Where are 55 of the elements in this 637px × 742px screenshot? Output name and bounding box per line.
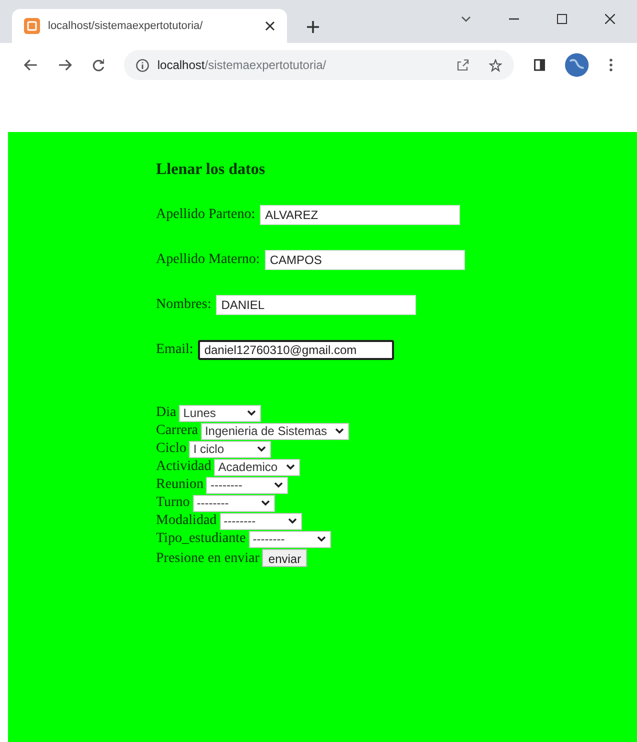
select-label: Dia	[156, 406, 176, 420]
address-bar[interactable]: localhost/sistemaexpertotutoria/	[124, 50, 514, 80]
close-icon[interactable]	[265, 21, 275, 31]
submit-button[interactable]: enviar	[262, 549, 308, 567]
caret-icon	[288, 518, 297, 524]
minimize-icon[interactable]	[509, 18, 519, 20]
reload-icon[interactable]	[92, 58, 104, 72]
dropdown[interactable]: --------	[192, 494, 275, 512]
select-label: Tipo_estudiante	[156, 532, 246, 546]
dropdown[interactable]: Ingenieria de Sistemas	[200, 422, 350, 440]
caret-icon	[316, 536, 326, 542]
forward-icon[interactable]	[58, 59, 72, 71]
avatar-icon[interactable]	[565, 53, 590, 77]
select-label: Actividad	[156, 460, 212, 474]
caret-icon	[247, 410, 256, 416]
info-icon[interactable]	[136, 58, 150, 72]
submit-label: Presione en enviar	[156, 550, 260, 568]
new-tab-icon[interactable]	[307, 21, 319, 33]
caret-icon	[286, 464, 295, 470]
dropdown[interactable]: --------	[206, 476, 288, 494]
caret-icon	[260, 500, 270, 506]
chevron-down-icon[interactable]	[461, 16, 471, 22]
dropdown[interactable]: I ciclo	[189, 440, 272, 458]
caret-icon	[274, 482, 284, 488]
field-label: Apellido Materno:	[156, 251, 260, 269]
dropdown[interactable]: Lunes	[179, 404, 262, 422]
select-label: Ciclo	[156, 442, 186, 456]
field-label: Nombres:	[156, 296, 212, 314]
input-field[interactable]: DANIEL	[216, 294, 416, 314]
select-label: Carrera	[156, 424, 198, 438]
address-text: localhost/sistemaexpertotutoria/	[157, 57, 328, 74]
menu-icon[interactable]	[609, 58, 613, 72]
form-heading: Llenar los datos	[156, 160, 266, 180]
dropdown[interactable]: Academico	[214, 458, 300, 476]
select-label: Modalidad	[156, 514, 217, 528]
site-icon	[24, 18, 40, 34]
tab-title: localhost/sistemaexpertotutoria/	[48, 18, 204, 34]
dropdown[interactable]: --------	[220, 512, 302, 530]
caret-icon	[257, 446, 266, 452]
side-panel-icon[interactable]	[534, 59, 546, 71]
caret-icon	[335, 428, 344, 434]
input-field[interactable]: daniel12760310@gmail.com	[198, 340, 394, 360]
input-field[interactable]: CAMPOS	[264, 250, 465, 270]
browser-tab[interactable]: localhost/sistemaexpertotutoria/	[12, 9, 287, 43]
select-label: Turno	[156, 496, 190, 510]
maximize-icon[interactable]	[557, 14, 567, 24]
select-label: Reunion	[156, 478, 204, 492]
close-icon[interactable]	[605, 14, 615, 24]
share-icon[interactable]	[456, 59, 469, 71]
field-label: Email:	[156, 341, 194, 359]
input-field[interactable]: ALVAREZ	[260, 204, 460, 224]
star-icon[interactable]	[488, 58, 502, 72]
field-label: Apellido Parteno:	[156, 206, 256, 224]
back-icon[interactable]	[24, 59, 38, 71]
dropdown[interactable]: --------	[248, 530, 331, 548]
